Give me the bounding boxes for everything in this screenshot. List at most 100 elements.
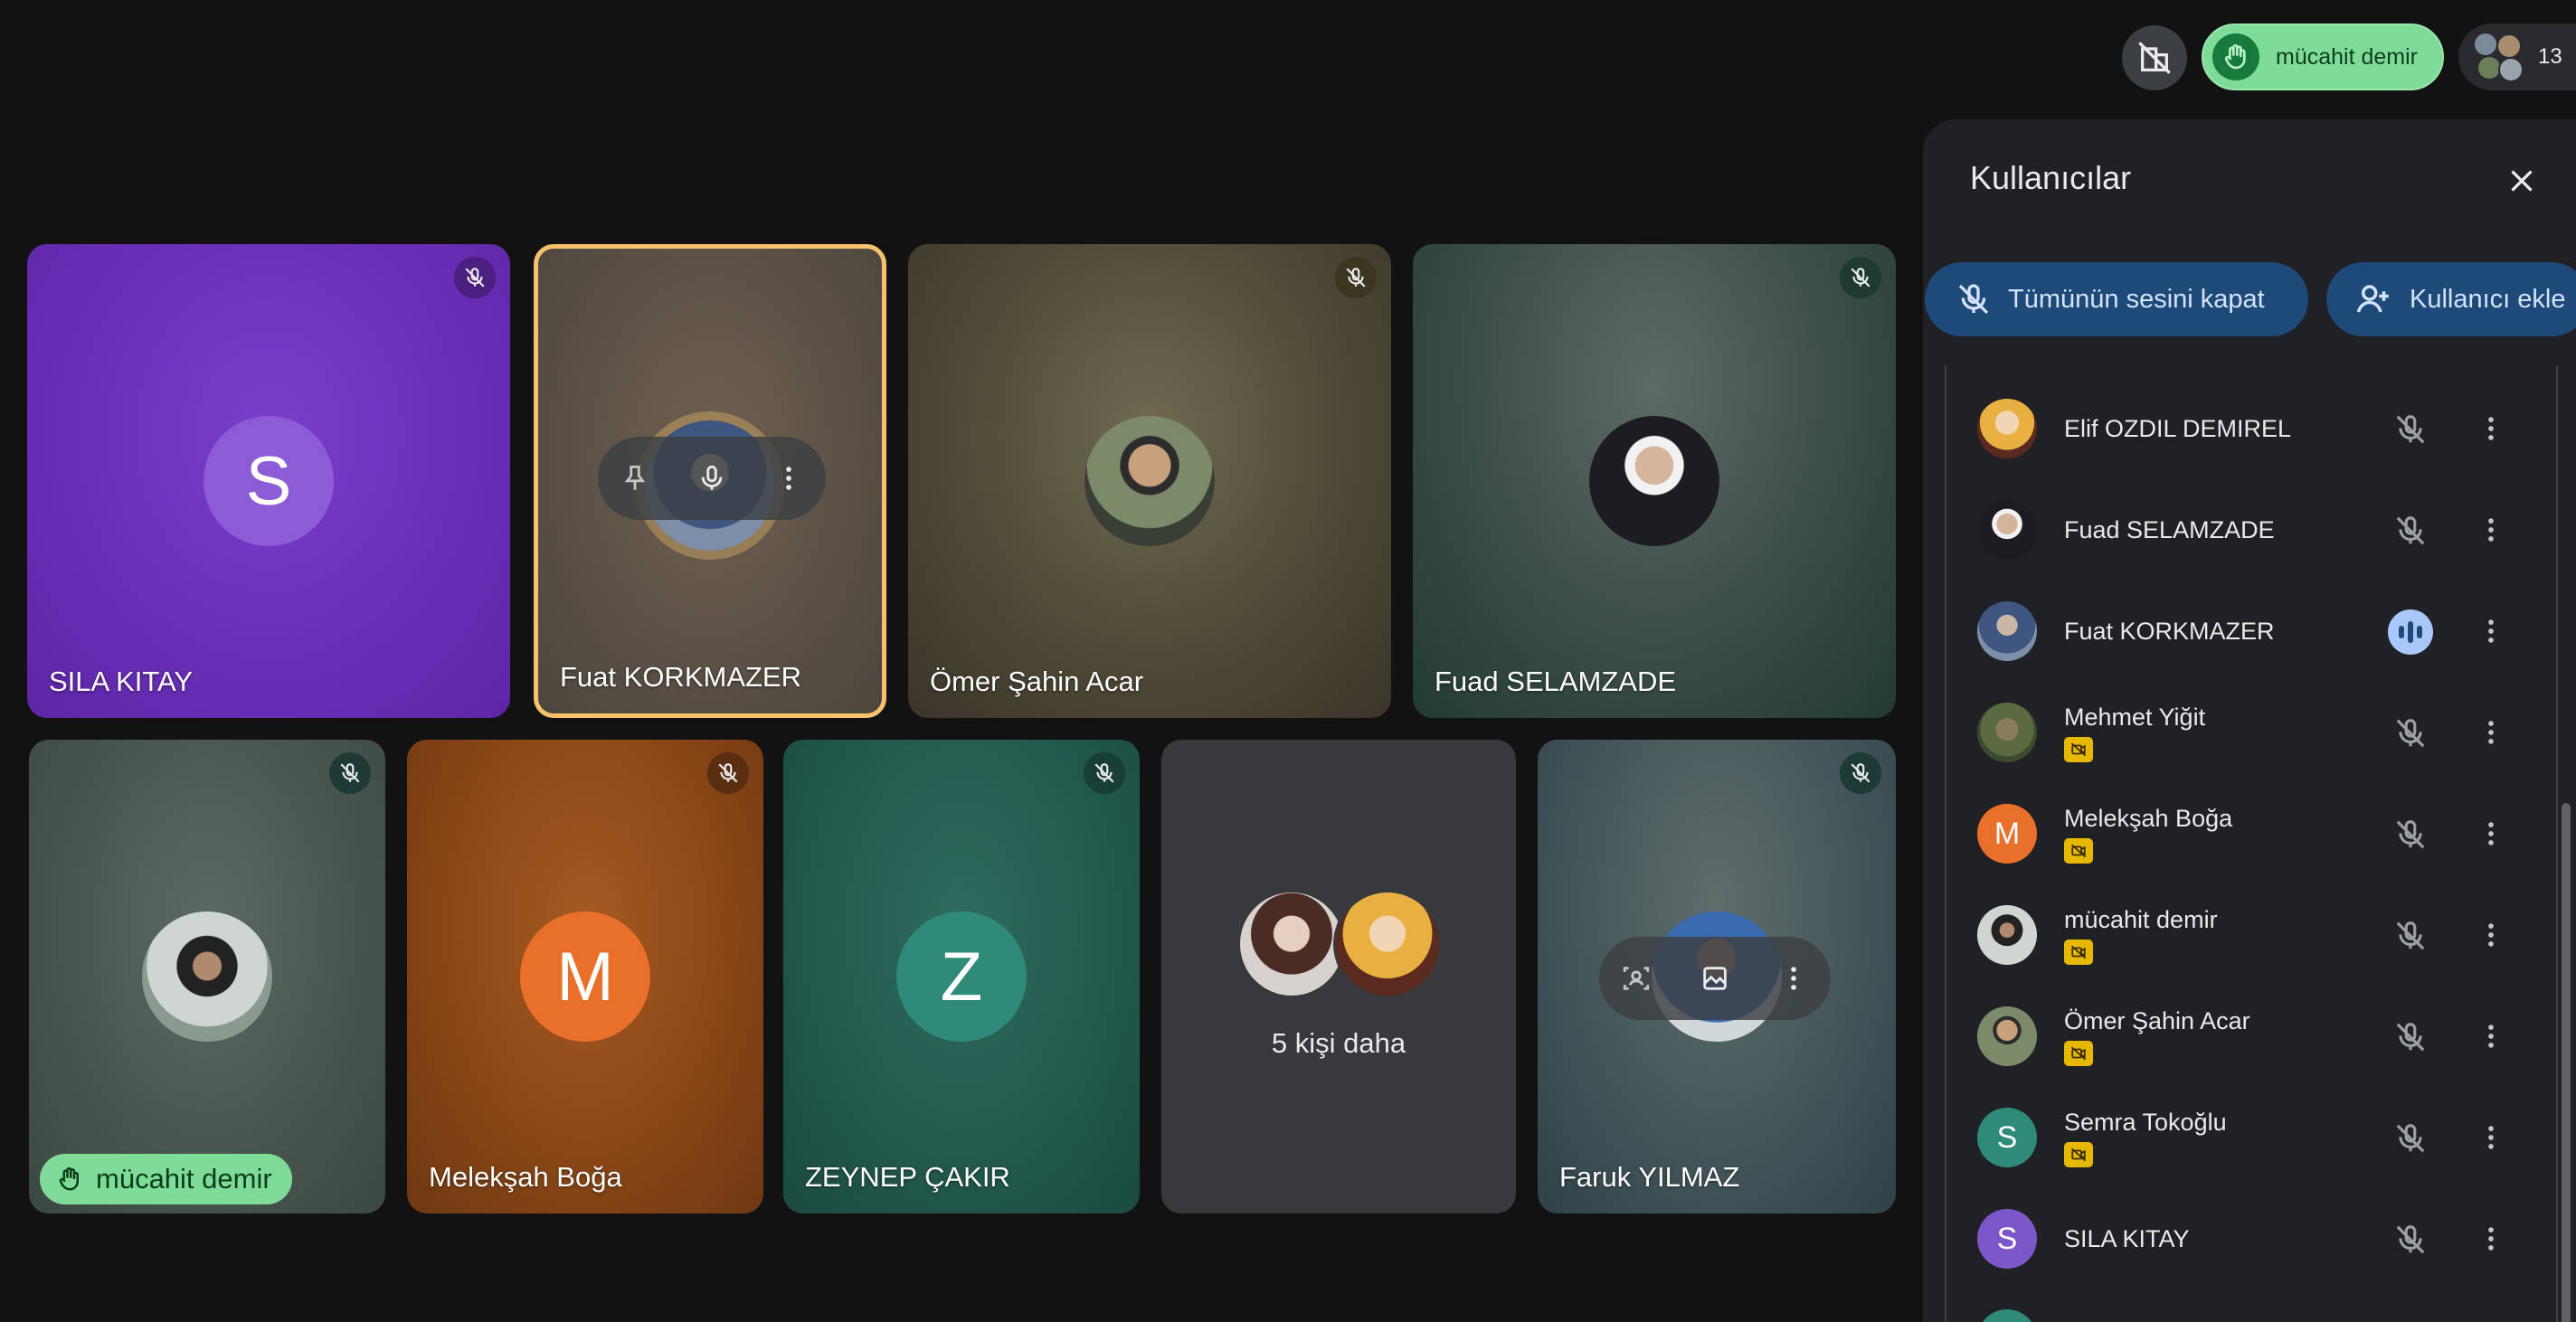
add-user-button[interactable]: Kullanıcı ekle <box>2326 262 2576 336</box>
camera-off-icon <box>2064 736 2093 762</box>
avatar <box>1977 1006 2037 1066</box>
more-participants-tile[interactable]: 5 kişi daha <box>1161 740 1516 1213</box>
mic-icon[interactable] <box>696 463 727 494</box>
mic-off-icon[interactable] <box>2388 1015 2433 1060</box>
raised-hand-user: mücahit demir <box>2276 43 2418 70</box>
participant-name: Melekşah Boğa <box>429 1161 622 1193</box>
more-vert-icon[interactable] <box>2471 915 2511 955</box>
person-add-icon <box>2356 285 2389 313</box>
list-item[interactable]: Fuad SELAMZADE <box>1977 486 2556 573</box>
avatar <box>1084 416 1215 546</box>
participant-name: Elif OZDIL DEMIREL <box>2064 414 2292 442</box>
mic-off-icon[interactable] <box>2388 1217 2433 1262</box>
more-vert-icon[interactable] <box>1778 963 1809 994</box>
participant-tile[interactable]: mücahit demir <box>29 740 385 1213</box>
mic-off-icon[interactable] <box>2388 711 2433 756</box>
participant-tile[interactable]: Ömer Şahin Acar <box>908 244 1391 718</box>
more-vert-icon[interactable] <box>2471 814 2511 854</box>
participant-name: Melekşah Boğa <box>2064 804 2233 832</box>
participant-tile[interactable]: Faruk YILMAZ <box>1538 740 1896 1213</box>
camera-off-icon <box>2064 837 2093 864</box>
audio-level-icon <box>2388 609 2433 655</box>
participant-name: Fuad SELAMZADE <box>1435 666 1677 697</box>
more-vert-icon[interactable] <box>773 463 804 494</box>
avatar <box>142 911 272 1042</box>
participant-name: ZEYNEP ÇAKIR <box>805 1161 1010 1193</box>
more-vert-icon[interactable] <box>2471 510 2511 550</box>
list-item[interactable]: S SILA KITAY <box>1977 1195 2556 1282</box>
participant-name: mücahit demir <box>2064 905 2218 933</box>
mic-off-icon <box>454 257 496 298</box>
pin-icon[interactable] <box>620 463 650 494</box>
list-divider <box>2556 365 2558 1322</box>
mute-all-button[interactable]: Tümünün sesini kapat <box>1925 262 2308 336</box>
raised-hand-icon <box>59 1166 79 1191</box>
list-item[interactable]: mücahit demir <box>1977 892 2556 978</box>
avatar <box>1977 500 2037 560</box>
panel-title: Kullanıcılar <box>1970 159 2132 196</box>
list-divider <box>1945 365 1946 1322</box>
avatar: S <box>1977 1108 2037 1167</box>
mic-off-icon[interactable] <box>2388 407 2433 452</box>
mic-off-icon[interactable] <box>2388 913 2433 958</box>
avatar <box>1977 703 2037 762</box>
scrollbar[interactable] <box>2562 803 2571 1322</box>
frame-image-icon[interactable] <box>1700 963 1730 994</box>
raised-hand-badge: mücahit demir <box>40 1154 292 1204</box>
avatar: S <box>1977 1209 2037 1269</box>
participant-tile[interactable]: S SILA KITAY <box>27 244 510 718</box>
camera-off-icon <box>2064 1040 2093 1066</box>
mic-off-icon[interactable] <box>2388 1116 2433 1161</box>
raised-hand-indicator[interactable]: mücahit demir <box>2202 24 2444 90</box>
more-vert-icon[interactable] <box>2471 611 2511 651</box>
more-vert-icon[interactable] <box>2471 1118 2511 1157</box>
close-panel-button[interactable] <box>2498 157 2545 204</box>
list-item[interactable]: Mehmet Yiğit <box>1977 689 2556 776</box>
avatar: M <box>520 911 650 1042</box>
raised-hand-icon <box>2212 33 2259 80</box>
speaking-indicator <box>2388 609 2433 655</box>
list-item[interactable]: M Melekşah Boğa <box>1977 790 2556 877</box>
participant-name: SILA KITAY <box>2064 1224 2190 1252</box>
mic-off-icon[interactable] <box>2388 812 2433 857</box>
participant-name: mücahit demir <box>96 1163 272 1195</box>
hidden-room-button[interactable] <box>2122 25 2187 90</box>
mic-off-icon <box>707 752 749 794</box>
more-vert-icon[interactable] <box>2471 409 2511 449</box>
participant-avatars <box>2473 32 2524 82</box>
participant-name: Ömer Şahin Acar <box>2064 1006 2250 1034</box>
participant-name: Fuat KORKMAZER <box>2064 617 2275 645</box>
avatar <box>1977 1309 2037 1322</box>
avatar <box>1333 890 1442 998</box>
avatar <box>1977 399 2037 458</box>
list-item[interactable]: Elif OZDIL DEMIREL <box>1977 385 2556 472</box>
participant-tile-active-speaker[interactable]: Fuat KORKMAZER <box>534 244 886 718</box>
frame-person-icon[interactable] <box>1621 963 1652 994</box>
tile-hover-controls <box>1599 937 1831 1020</box>
participant-name: Fuad SELAMZADE <box>2064 515 2275 543</box>
avatar: S <box>204 416 334 546</box>
close-icon <box>2511 170 2533 192</box>
list-item[interactable]: Ömer Şahin Acar <box>1977 993 2556 1080</box>
mic-off-icon <box>329 752 371 794</box>
participants-button[interactable]: 13 <box>2458 24 2576 90</box>
more-participants-label: 5 kişi daha <box>1271 1027 1406 1059</box>
participant-tile[interactable]: Fuad SELAMZADE <box>1413 244 1896 718</box>
list-item[interactable]: Fuat KORKMAZER <box>1977 588 2556 675</box>
participant-tile[interactable]: M Melekşah Boğa <box>407 740 763 1213</box>
participant-name: Semra Tokoğlu <box>2064 1108 2227 1136</box>
participant-name: SILA KITAY <box>49 666 194 697</box>
avatar <box>1237 890 1346 998</box>
more-vert-icon[interactable] <box>2471 1016 2511 1056</box>
more-vert-icon[interactable] <box>2471 713 2511 752</box>
participant-tile[interactable]: Z ZEYNEP ÇAKIR <box>783 740 1140 1213</box>
add-user-label: Kullanıcı ekle <box>2410 284 2566 314</box>
avatar <box>1977 601 2037 661</box>
tile-hover-controls <box>598 437 826 520</box>
mic-off-icon <box>1840 752 1881 794</box>
participant-name: Ömer Şahin Acar <box>930 666 1144 697</box>
more-vert-icon[interactable] <box>2471 1219 2511 1259</box>
mic-off-icon <box>1958 284 1989 315</box>
list-item[interactable]: S Semra Tokoğlu <box>1977 1094 2556 1181</box>
mic-off-icon[interactable] <box>2388 508 2433 553</box>
